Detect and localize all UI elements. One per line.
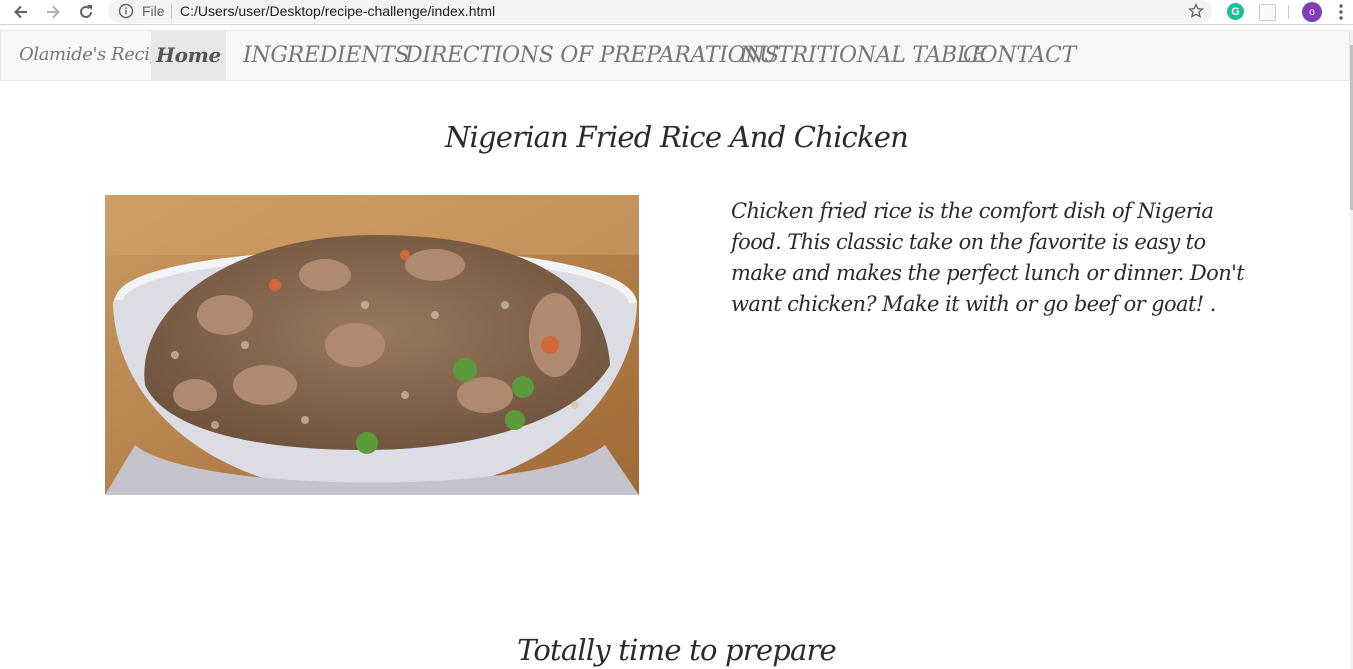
site-navbar: Olamide's Recipe Home INGREDIENTS DIRECT… (0, 30, 1350, 81)
address-bar[interactable]: File C:/Users/user/Desktop/recipe-challe… (108, 0, 1212, 23)
bookmark-star-icon[interactable] (1187, 2, 1205, 19)
profile-avatar[interactable]: o (1302, 2, 1322, 22)
fried-rice-photo (105, 195, 639, 495)
url-text[interactable]: C:/Users/user/Desktop/recipe-challenge/i… (180, 3, 495, 19)
back-arrow-icon[interactable] (10, 2, 32, 22)
more-menu-icon[interactable] (1336, 3, 1346, 21)
nav-contact[interactable]: CONTACT (963, 31, 1076, 80)
brand-link[interactable]: Olamide's Recipe (19, 44, 171, 65)
grammarly-extension-icon[interactable]: G (1227, 3, 1244, 20)
nav-directions[interactable]: DIRECTIONS OF PREPARATIONS (405, 31, 779, 80)
info-icon[interactable] (118, 3, 134, 19)
browser-toolbar: File C:/Users/user/Desktop/recipe-challe… (0, 0, 1353, 25)
extension-icon[interactable] (1259, 4, 1276, 21)
nav-home[interactable]: Home (151, 31, 226, 80)
address-separator (171, 4, 172, 19)
toolbar-separator (1288, 5, 1289, 19)
page-title: Nigerian Fried Rice And Chicken (444, 120, 909, 154)
nav-nutritional-table[interactable]: NUTRITIONAL TABLE (740, 31, 987, 80)
file-scheme-label: File (142, 3, 165, 19)
forward-arrow-icon[interactable] (42, 2, 64, 22)
reload-icon[interactable] (75, 2, 97, 22)
prep-time-heading: Totally time to prepare (517, 633, 837, 667)
nav-ingredients[interactable]: INGREDIENTS (243, 31, 410, 80)
recipe-description: Chicken fried rice is the comfort dish o… (731, 199, 1245, 316)
